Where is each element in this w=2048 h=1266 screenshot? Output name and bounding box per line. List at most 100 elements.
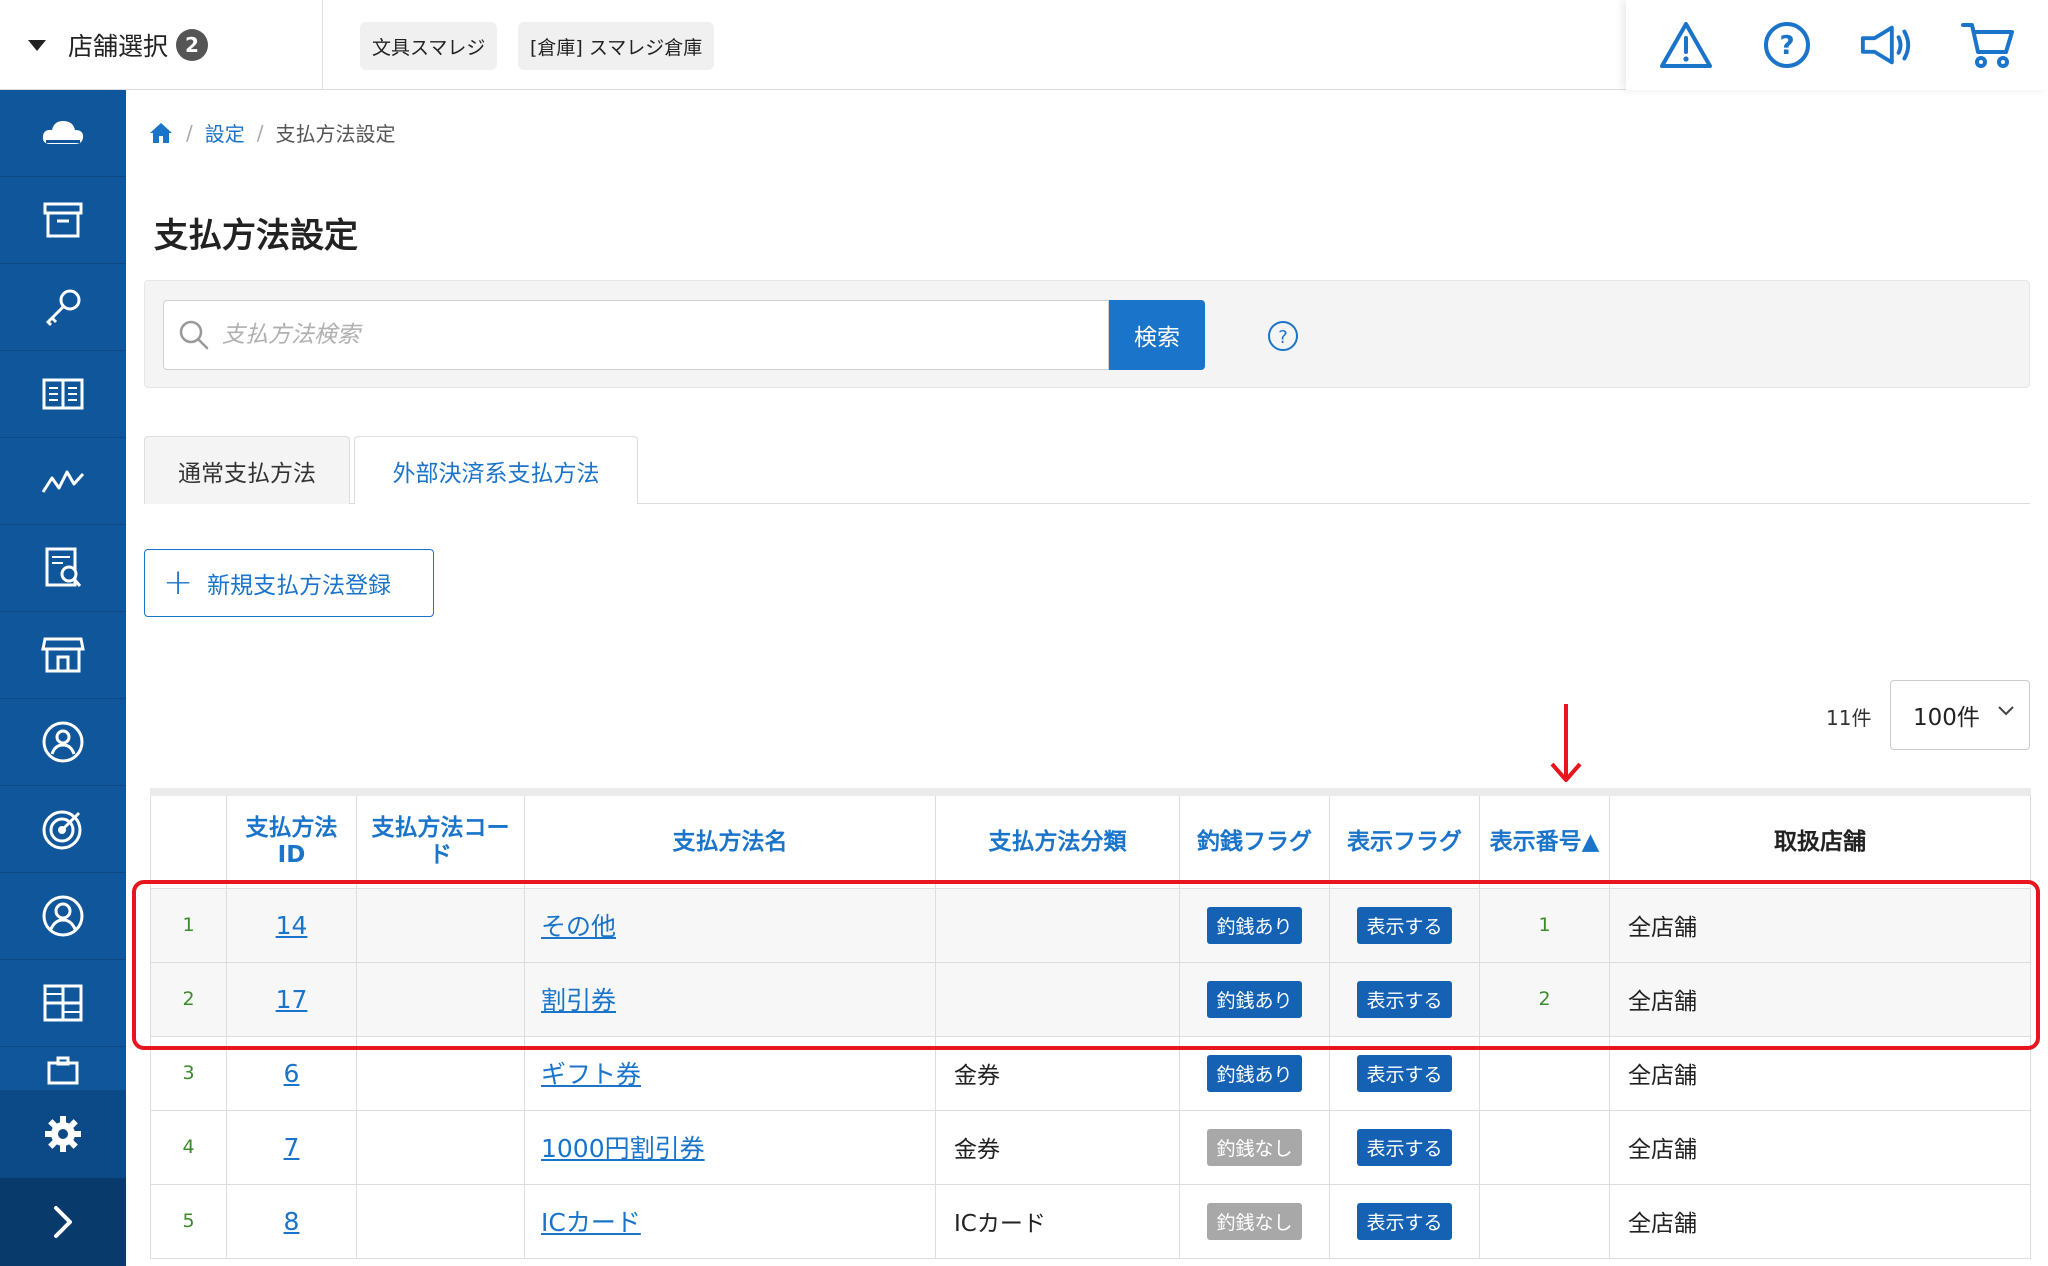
breadcrumb: / 設定 / 支払方法設定: [148, 118, 396, 147]
display-flag-badge: 表示する: [1357, 1128, 1452, 1166]
sidebar-item-cloud[interactable]: [0, 90, 126, 177]
breadcrumb-settings-link[interactable]: 設定: [205, 118, 245, 147]
table-row[interactable]: 3 6 ギフト券 金券 釣銭あり 表示する 全店舗: [150, 1035, 2031, 1111]
table-row[interactable]: 1 14 その他 釣銭あり 表示する 1 全店舗: [150, 887, 2031, 963]
stores-cell: 全店舗: [1609, 961, 2031, 1037]
search-input[interactable]: [222, 322, 1102, 348]
table-row[interactable]: 2 17 割引券 釣銭あり 表示する 2 全店舗: [150, 961, 2031, 1037]
table-row[interactable]: 4 7 1000円割引券 金券 釣銭なし 表示する 全店舗: [150, 1109, 2031, 1185]
store-count-badge: 2: [176, 29, 209, 61]
breadcrumb-current: 支払方法設定: [275, 122, 396, 146]
sidebar-item-apps[interactable]: [0, 960, 126, 1047]
sidebar-settings-button[interactable]: [0, 1090, 126, 1178]
cart-icon[interactable]: [1960, 17, 2016, 73]
sidebar-item-analytics[interactable]: [0, 438, 126, 525]
display-order-cell: [1479, 1183, 1610, 1259]
display-flag-cell: 表示する: [1329, 1183, 1480, 1259]
row-number: 4: [150, 1109, 227, 1185]
search-button[interactable]: 検索: [1109, 300, 1205, 370]
payment-category-cell: ICカード: [935, 1183, 1180, 1259]
store-select-dropdown[interactable]: 店舗選択 2: [0, 0, 323, 90]
sidebar-item-archive[interactable]: [0, 177, 126, 264]
sidebar-item-briefcase[interactable]: [0, 1047, 126, 1087]
display-flag-badge: 表示する: [1357, 906, 1452, 944]
search-field[interactable]: [163, 300, 1109, 370]
row-number: 3: [150, 1035, 227, 1111]
sidebar-item-key[interactable]: [0, 264, 126, 351]
briefcase-icon: [47, 1056, 79, 1085]
payment-id-cell: 17: [226, 961, 357, 1037]
svg-text:?: ?: [1278, 327, 1288, 348]
tab-external-payment[interactable]: 外部決済系支払方法: [354, 436, 638, 504]
stores-cell: 全店舗: [1609, 1183, 2031, 1259]
payment-id-link[interactable]: 17: [276, 985, 308, 1014]
home-icon[interactable]: [148, 121, 174, 145]
sidebar-item-store[interactable]: [0, 612, 126, 699]
gear-icon: [45, 1116, 81, 1152]
payment-name-link[interactable]: 割引券: [541, 986, 616, 1015]
col-header-display-order[interactable]: 表示番号▲: [1479, 788, 1610, 889]
payment-id-link[interactable]: 8: [284, 1207, 300, 1236]
search-help-icon[interactable]: ?: [1267, 320, 1299, 352]
store-chip[interactable]: 文具スマレジ: [360, 22, 498, 70]
payment-id-link[interactable]: 14: [276, 911, 308, 940]
change-flag-cell: 釣銭あり: [1179, 961, 1330, 1037]
table-row[interactable]: 5 8 ICカード ICカード 釣銭なし 表示する 全店舗: [150, 1183, 2031, 1259]
payment-id-link[interactable]: 6: [284, 1059, 300, 1088]
change-flag-cell: 釣銭なし: [1179, 1183, 1330, 1259]
col-header-code[interactable]: 支払方法コード: [356, 788, 525, 889]
annotation-arrow: [1550, 704, 1582, 782]
payment-name-link[interactable]: その他: [541, 912, 616, 941]
sidebar-item-report[interactable]: [0, 525, 126, 612]
payment-category-cell: 金券: [935, 1109, 1180, 1185]
payment-name-link[interactable]: 1000円割引券: [541, 1134, 705, 1163]
stores-cell: 全店舗: [1609, 1035, 2031, 1111]
display-flag-badge: 表示する: [1357, 1054, 1452, 1092]
col-header-id[interactable]: 支払方法 ID: [226, 788, 357, 889]
target-icon: [42, 810, 82, 850]
sidebar-item-target[interactable]: [0, 786, 126, 873]
col-header-name[interactable]: 支払方法名: [524, 788, 936, 889]
per-page-select[interactable]: 100件: [1890, 680, 2030, 750]
col-header-display-flag[interactable]: 表示フラグ: [1329, 788, 1480, 889]
col-header-no: [150, 788, 227, 889]
megaphone-icon[interactable]: [1859, 17, 1915, 73]
row-number: 2: [150, 961, 227, 1037]
breadcrumb-separator: /: [256, 120, 264, 145]
caret-down-icon: [28, 39, 46, 51]
sidebar-expand-button[interactable]: [0, 1178, 126, 1266]
warning-icon[interactable]: [1658, 17, 1714, 73]
store-chip[interactable]: [倉庫] スマレジ倉庫: [518, 22, 715, 70]
analytics-icon: [41, 470, 85, 493]
main-content: / 設定 / 支払方法設定 支払方法設定 検索 ? 通常支払方法 外部決済系支払…: [126, 90, 2048, 1266]
help-icon[interactable]: ?: [1759, 17, 1815, 73]
sidebar-item-staff[interactable]: [0, 699, 126, 786]
top-bar: 店舗選択 2 文具スマレジ [倉庫] スマレジ倉庫 ?: [0, 0, 2048, 90]
sidebar-item-customer[interactable]: [0, 873, 126, 960]
tab-standard-payment[interactable]: 通常支払方法: [144, 436, 350, 504]
archive-box-icon: [43, 202, 83, 238]
change-flag-badge: 釣銭あり: [1207, 980, 1302, 1018]
row-number: 5: [150, 1183, 227, 1259]
new-payment-method-label: 新規支払方法登録: [207, 573, 392, 599]
key-icon: [45, 289, 81, 327]
payment-name-cell: ギフト券: [524, 1035, 936, 1111]
row-number: 1: [150, 887, 227, 963]
col-header-change-flag[interactable]: 釣銭フラグ: [1179, 788, 1330, 889]
display-flag-badge: 表示する: [1357, 1202, 1452, 1240]
display-flag-badge: 表示する: [1357, 980, 1452, 1018]
plus-icon: +: [163, 562, 194, 603]
page-title: 支払方法設定: [154, 216, 358, 256]
sidebar-item-book[interactable]: [0, 351, 126, 438]
cloud-icon: [42, 121, 84, 144]
new-payment-method-button[interactable]: + 新規支払方法登録: [144, 549, 434, 617]
payment-name-link[interactable]: ICカード: [541, 1208, 641, 1237]
payment-name-link[interactable]: ギフト券: [541, 1060, 641, 1089]
store-icon: [41, 637, 85, 673]
stores-cell: 全店舗: [1609, 1109, 2031, 1185]
display-order-cell: 2: [1479, 961, 1610, 1037]
payment-id-link[interactable]: 7: [284, 1133, 300, 1162]
change-flag-cell: 釣銭なし: [1179, 1109, 1330, 1185]
col-header-stores: 取扱店舗: [1609, 788, 2031, 889]
col-header-category[interactable]: 支払方法分類: [935, 788, 1180, 889]
